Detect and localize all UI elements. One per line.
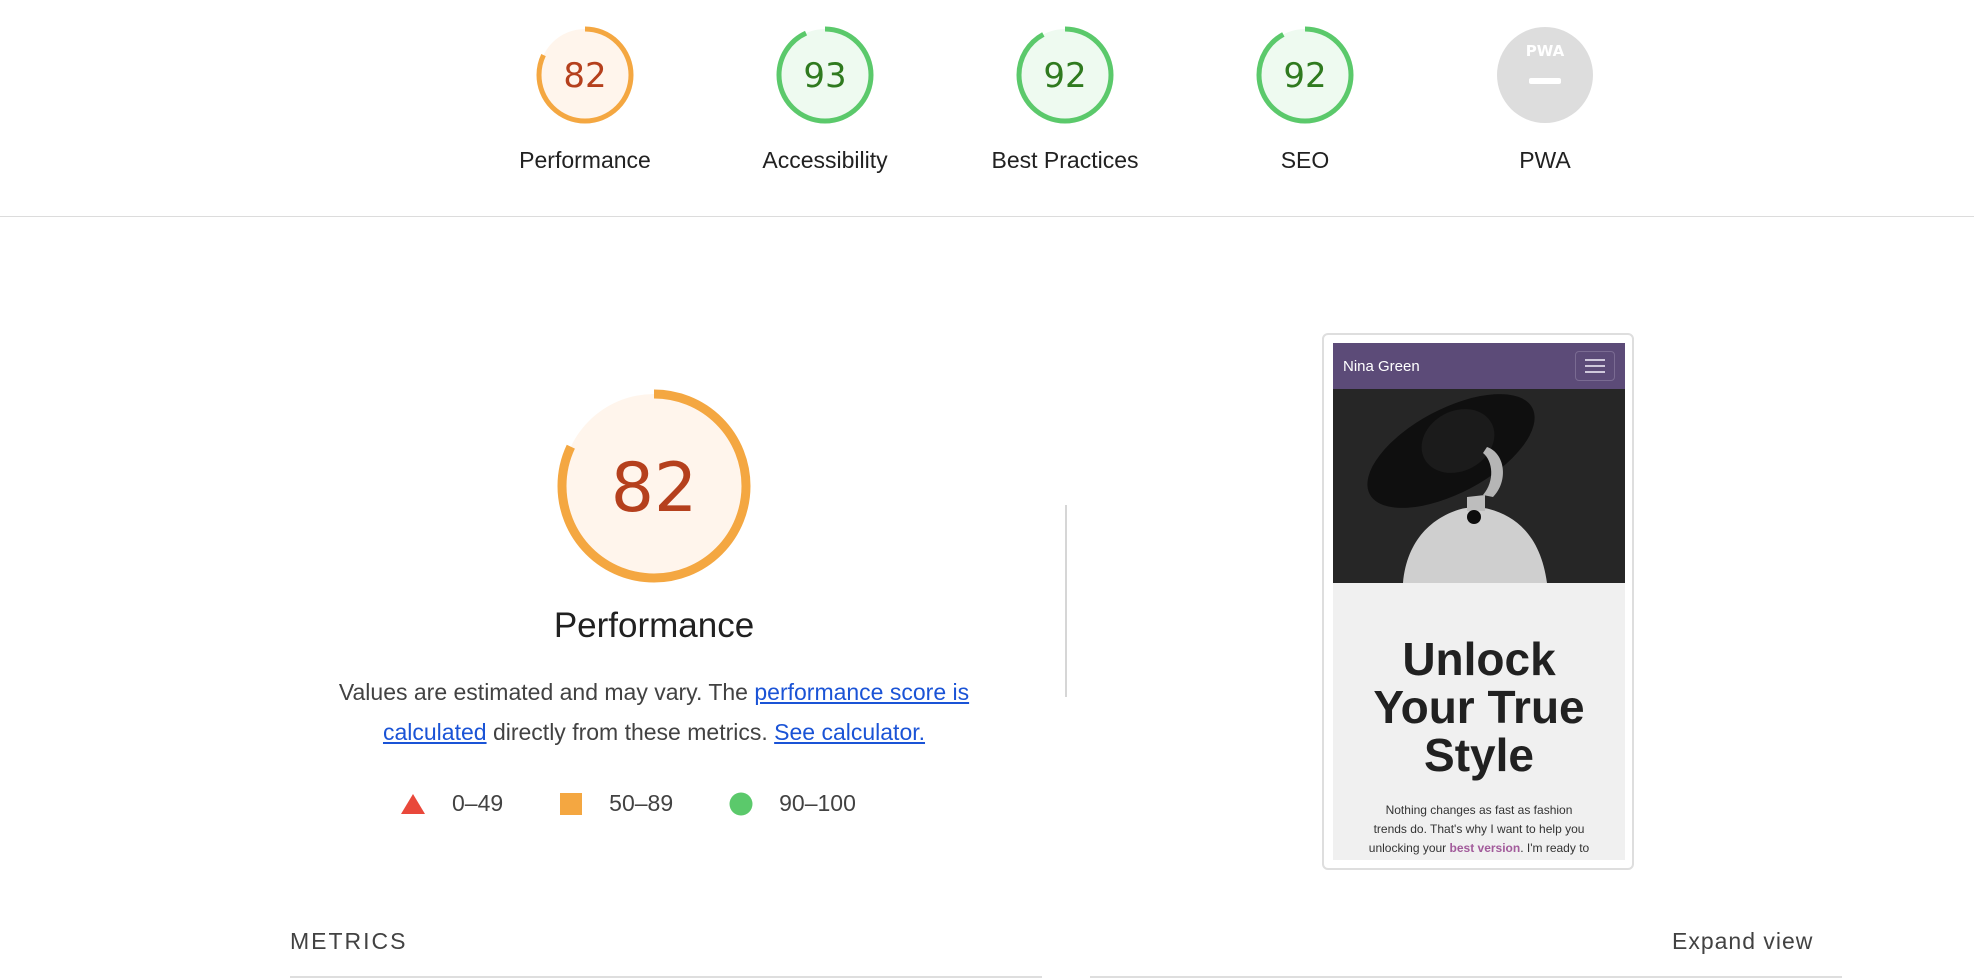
performance-main-score: 82 <box>611 449 698 528</box>
section-divider <box>1065 505 1067 697</box>
gauge-pwa[interactable]: PWA PWA <box>1455 25 1635 174</box>
body-line-3: unlocking your best version. I'm ready t… <box>1368 841 1590 855</box>
gauge-seo-score: 92 <box>1283 56 1326 96</box>
fail-triangle-icon <box>401 793 425 814</box>
screenshot-navbar: Nina Green <box>1333 343 1625 389</box>
body-line-1: Nothing changes as fast as fashion <box>1385 803 1573 817</box>
gauge-seo[interactable]: 92 SEO <box>1215 25 1395 174</box>
gauge-accessibility-score: 93 <box>803 56 846 96</box>
gauge-accessibility-ring: 93 <box>776 26 874 124</box>
gauge-best-practices-label: Best Practices <box>991 147 1139 173</box>
page-screenshot-thumbnail[interactable]: Nina Green Unlock Your True Style Nothin… <box>1322 333 1634 870</box>
performance-desc-prefix: Values are estimated and may vary. The <box>338 679 755 705</box>
gauge-performance-score: 82 <box>563 56 606 96</box>
gauge-seo-ring: 92 <box>1256 26 1354 124</box>
legend-fail-range: 0–49 <box>452 790 504 816</box>
score-summary: 82 Performance 93 Accessibility 92 Best … <box>0 0 1974 217</box>
pass-circle-icon <box>729 792 753 815</box>
gauge-best-practices-ring: 92 <box>1016 26 1114 124</box>
metrics-divider-right <box>1090 976 1842 978</box>
gauge-best-practices[interactable]: 92 Best Practices <box>975 25 1155 174</box>
gauge-performance[interactable]: 82 Performance <box>495 25 675 174</box>
gauge-accessibility-label: Accessibility <box>762 147 888 173</box>
heading-line-1: Unlock <box>1402 633 1556 685</box>
screenshot-heading: Unlock Your True Style <box>1333 635 1625 779</box>
performance-desc-middle: directly from these metrics. <box>486 719 775 745</box>
gauge-seo-label: SEO <box>1280 147 1330 173</box>
woman-in-hat-image <box>1333 389 1625 583</box>
metrics-divider-left <box>290 976 1042 978</box>
performance-description: Values are estimated and may vary. The p… <box>300 672 1008 752</box>
heading-line-3: Style <box>1424 729 1534 781</box>
screenshot-body: Nothing changes as fast as fashion trend… <box>1333 801 1625 858</box>
legend-average-range: 50–89 <box>609 790 674 816</box>
hamburger-menu-icon <box>1575 351 1615 381</box>
pwa-badge-icon: PWA <box>1497 27 1593 123</box>
body-line-2: trends do. That's why I want to help you <box>1373 822 1585 836</box>
pwa-badge-text: PWA <box>1526 42 1565 60</box>
performance-title: Performance <box>553 606 755 645</box>
gauge-accessibility[interactable]: 93 Accessibility <box>735 25 915 174</box>
legend-pass: 90–100 <box>729 790 856 817</box>
screenshot-brand: Nina Green <box>1343 357 1420 375</box>
performance-main-gauge: 82 <box>554 386 754 591</box>
average-square-icon <box>560 792 583 815</box>
see-calculator-link[interactable]: See calculator. <box>774 719 925 745</box>
score-legend: 0–49 50–89 90–100 <box>400 790 912 817</box>
screenshot-content: Nina Green Unlock Your True Style Nothin… <box>1333 343 1625 860</box>
performance-gauge-ring: 82 <box>557 389 751 583</box>
legend-pass-range: 90–100 <box>779 790 856 816</box>
hero-photo <box>1333 389 1625 583</box>
heading-line-2: Your True <box>1373 681 1585 733</box>
legend-average: 50–89 <box>559 790 673 817</box>
body-highlight: best version <box>1449 841 1521 855</box>
gauge-performance-ring: 82 <box>536 26 634 124</box>
gauge-pwa-label: PWA <box>1519 147 1571 173</box>
expand-view-button[interactable]: Expand view <box>1672 928 1813 955</box>
gauge-performance-label: Performance <box>519 147 651 173</box>
legend-fail: 0–49 <box>400 790 503 817</box>
gauge-best-practices-score: 92 <box>1043 56 1086 96</box>
metrics-heading: METRICS <box>290 928 408 954</box>
